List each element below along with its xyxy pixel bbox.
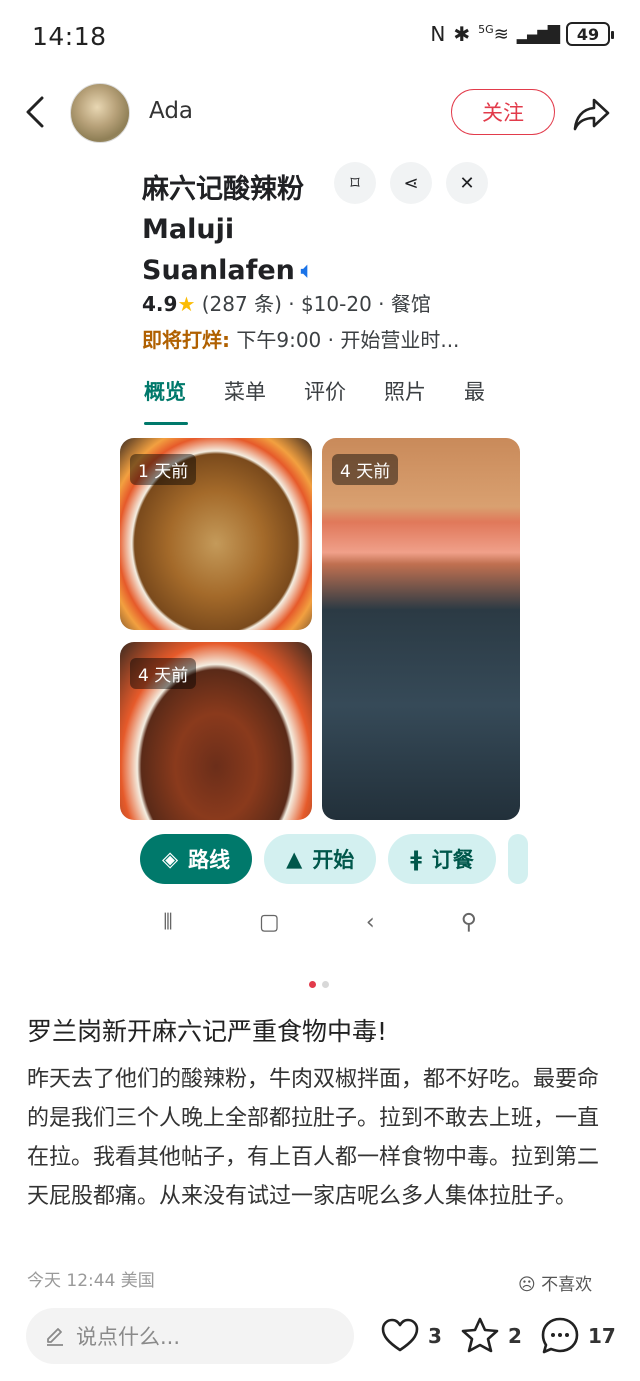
page-dot [322,981,329,988]
directions-icon: ◈ [162,847,179,871]
share-arrow-icon [573,98,610,131]
reserve-button[interactable]: ǂ 订餐 [388,834,496,884]
back-button[interactable] [18,90,54,134]
like-count: 3 [428,1324,442,1348]
chevron-left-icon [26,96,44,128]
directions-label: 路线 [188,848,231,872]
hours-line[interactable]: 即将打烊: 下午9:00 · 开始营业时... [142,324,459,353]
status-time: 14:18 [32,22,107,51]
fork-knife-icon: ǂ [410,847,422,871]
comment-count: 17 [588,1324,616,1348]
battery-level: 49 [576,24,600,44]
food-photo-beef-noodles[interactable]: 4 天前 [120,642,312,820]
favorite-button[interactable]: 2 [458,1314,522,1358]
nfc-icon: N [430,22,446,46]
avatar[interactable] [70,83,130,143]
share-icon: ⋖ [403,172,419,194]
reserve-label: 订餐 [431,848,474,872]
star-icon: ★ [177,292,196,316]
start-button[interactable]: ▲ 开始 [264,834,377,884]
rating-line: 4.9★ (287 条) · $10-20 · 餐馆 [142,288,431,317]
bottom-bar: 说点什么... 3 2 17 [0,1300,640,1381]
rating-score: 4.9 [142,292,178,316]
close-icon: ✕ [459,172,475,194]
pencil-icon [47,1328,63,1346]
tab-photos[interactable]: 照片 [360,376,440,426]
heart-icon [381,1318,419,1352]
place-tabs: 概览 菜单 评价 照片 最 [120,376,520,426]
review-count[interactable]: (287 条) [202,292,282,316]
more-action-button[interactable] [507,834,528,884]
back-nav-icon[interactable]: ‹ [366,910,375,935]
bookmark-icon: ⌑ [350,172,360,194]
tab-more[interactable]: 最 [440,376,520,426]
android-nav-bar: ⦀ ▢ ‹ ⚲ [120,904,520,940]
comment-placeholder: 说点什么... [76,1325,181,1349]
tab-menu[interactable]: 菜单 [200,376,280,426]
place-title: 麻六记酸辣粉 Maluji Suanlafen 🔈︎ [142,170,332,291]
recent-apps-icon[interactable]: ⦀ [163,910,173,935]
share-button[interactable] [570,92,614,136]
photo-age-badge: 4 天前 [332,454,399,485]
accessibility-icon[interactable]: ⚲ [461,910,477,935]
like-button[interactable]: 3 [378,1314,442,1358]
status-icons: N ✱ 5G≋ ▂▄▆█ 49 [430,22,614,46]
battery-icon: 49 [566,22,614,46]
active-tab-indicator [144,422,188,425]
place-actions: ◈ 路线 ▲ 开始 ǂ 订餐 [140,834,528,884]
image-pagination [309,981,329,988]
bookmark-button[interactable]: ⌑ [334,162,376,204]
hours-text: 下午9:00 · 开始营业时... [236,328,460,352]
username[interactable]: Ada [149,98,193,124]
wifi-icon: 5G≋ [478,23,509,45]
photo-age-badge: 1 天前 [130,454,197,485]
favorite-count: 2 [508,1324,522,1348]
closing-status: 即将打烊: [142,328,230,352]
page-dot-active [309,981,316,988]
dislike-label: 不喜欢 [541,1275,593,1295]
food-photo-noodles[interactable]: 1 天前 [120,438,312,630]
home-icon[interactable]: ▢ [259,910,280,935]
speaker-icon[interactable]: 🔈︎ [301,250,313,290]
comment-input[interactable]: 说点什么... [26,1308,354,1364]
post-title: 罗兰岗新开麻六记严重食物中毒! [27,1017,388,1046]
close-button[interactable]: ✕ [446,162,488,204]
post-header: Ada 关注 [0,70,640,156]
tab-reviews[interactable]: 评价 [280,376,360,426]
share-place-button[interactable]: ⋖ [390,162,432,204]
network-label: 5G [478,23,494,36]
dislike-button[interactable]: ☹ 不喜欢 [518,1270,592,1295]
comment-button[interactable]: 17 [538,1314,616,1358]
bluetooth-icon: ✱ [453,22,471,46]
price-category: · $10-20 · 餐馆 [288,292,431,316]
start-label: 开始 [312,848,355,872]
post-body: 昨天去了他们的酸辣粉，牛肉双椒拌面，都不好吃。最要命的是我们三个人晚上全部都拉肚… [27,1067,600,1209]
dislike-face-icon: ☹ [518,1275,536,1295]
post-image[interactable]: 麻六记酸辣粉 Maluji Suanlafen 🔈︎ ⌑ ⋖ ✕ 4.9★ (28… [120,156,528,946]
star-icon [461,1317,499,1353]
storefront-photo[interactable]: 4 天前 [322,438,520,820]
post-meta: 今天 12:44 美国 [27,1271,155,1291]
comment-bubble-icon [541,1317,579,1354]
tab-overview[interactable]: 概览 [120,376,200,426]
place-name: 麻六记酸辣粉 Maluji Suanlafen [142,174,304,286]
place-top-actions: ⌑ ⋖ ✕ [334,162,488,204]
signal-icon: ▂▄▆█ [516,24,560,44]
navigation-arrow-icon: ▲ [286,847,303,871]
directions-button[interactable]: ◈ 路线 [140,834,253,884]
photo-age-badge: 4 天前 [130,658,197,689]
follow-button[interactable]: 关注 [451,89,555,135]
status-bar: 14:18 N ✱ 5G≋ ▂▄▆█ 49 [0,0,640,70]
